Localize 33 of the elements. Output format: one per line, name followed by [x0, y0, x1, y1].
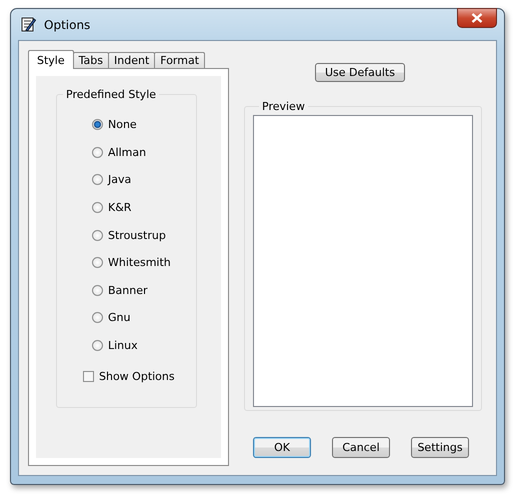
- dialog-button[interactable]: OK: [253, 437, 311, 458]
- window-title: Options: [44, 18, 90, 32]
- tab[interactable]: Style: [28, 50, 74, 69]
- radio-button[interactable]: [92, 312, 103, 324]
- radio-label[interactable]: Linux: [108, 339, 138, 352]
- radio-label[interactable]: Allman: [108, 146, 146, 159]
- close-button[interactable]: [457, 8, 497, 28]
- dialog-button[interactable]: Cancel: [332, 437, 390, 458]
- radio-button[interactable]: [92, 174, 103, 186]
- close-icon[interactable]: [471, 13, 483, 23]
- radio-button[interactable]: [92, 340, 103, 352]
- radio-button[interactable]: [92, 230, 103, 241]
- radio-label[interactable]: Whitesmith: [108, 256, 171, 270]
- radio-button[interactable]: [92, 119, 103, 130]
- radio-label[interactable]: Gnu: [108, 311, 130, 324]
- use-defaults-button[interactable]: Use Defaults: [315, 63, 405, 82]
- tab[interactable]: Indent: [108, 52, 156, 68]
- show-options-checkbox[interactable]: Show Options: [83, 370, 196, 384]
- preview-label: Preview: [261, 100, 306, 113]
- dialog-button[interactable]: Settings: [411, 437, 469, 458]
- radio-label[interactable]: K&R: [108, 201, 132, 214]
- radio-button[interactable]: [92, 257, 103, 268]
- tab[interactable]: Tabs: [72, 52, 109, 68]
- radio-label[interactable]: Banner: [108, 284, 148, 297]
- radio-label[interactable]: Java: [108, 173, 132, 186]
- radio-button[interactable]: [92, 146, 103, 158]
- notepad-pencil-icon: [20, 16, 36, 33]
- radio-button[interactable]: [92, 202, 103, 214]
- group-label: Predefined Style: [65, 88, 158, 101]
- tab[interactable]: Format: [154, 52, 206, 68]
- radio-label[interactable]: None: [108, 118, 137, 132]
- radio-button[interactable]: [92, 284, 103, 296]
- radio-label[interactable]: Stroustrup: [108, 228, 166, 242]
